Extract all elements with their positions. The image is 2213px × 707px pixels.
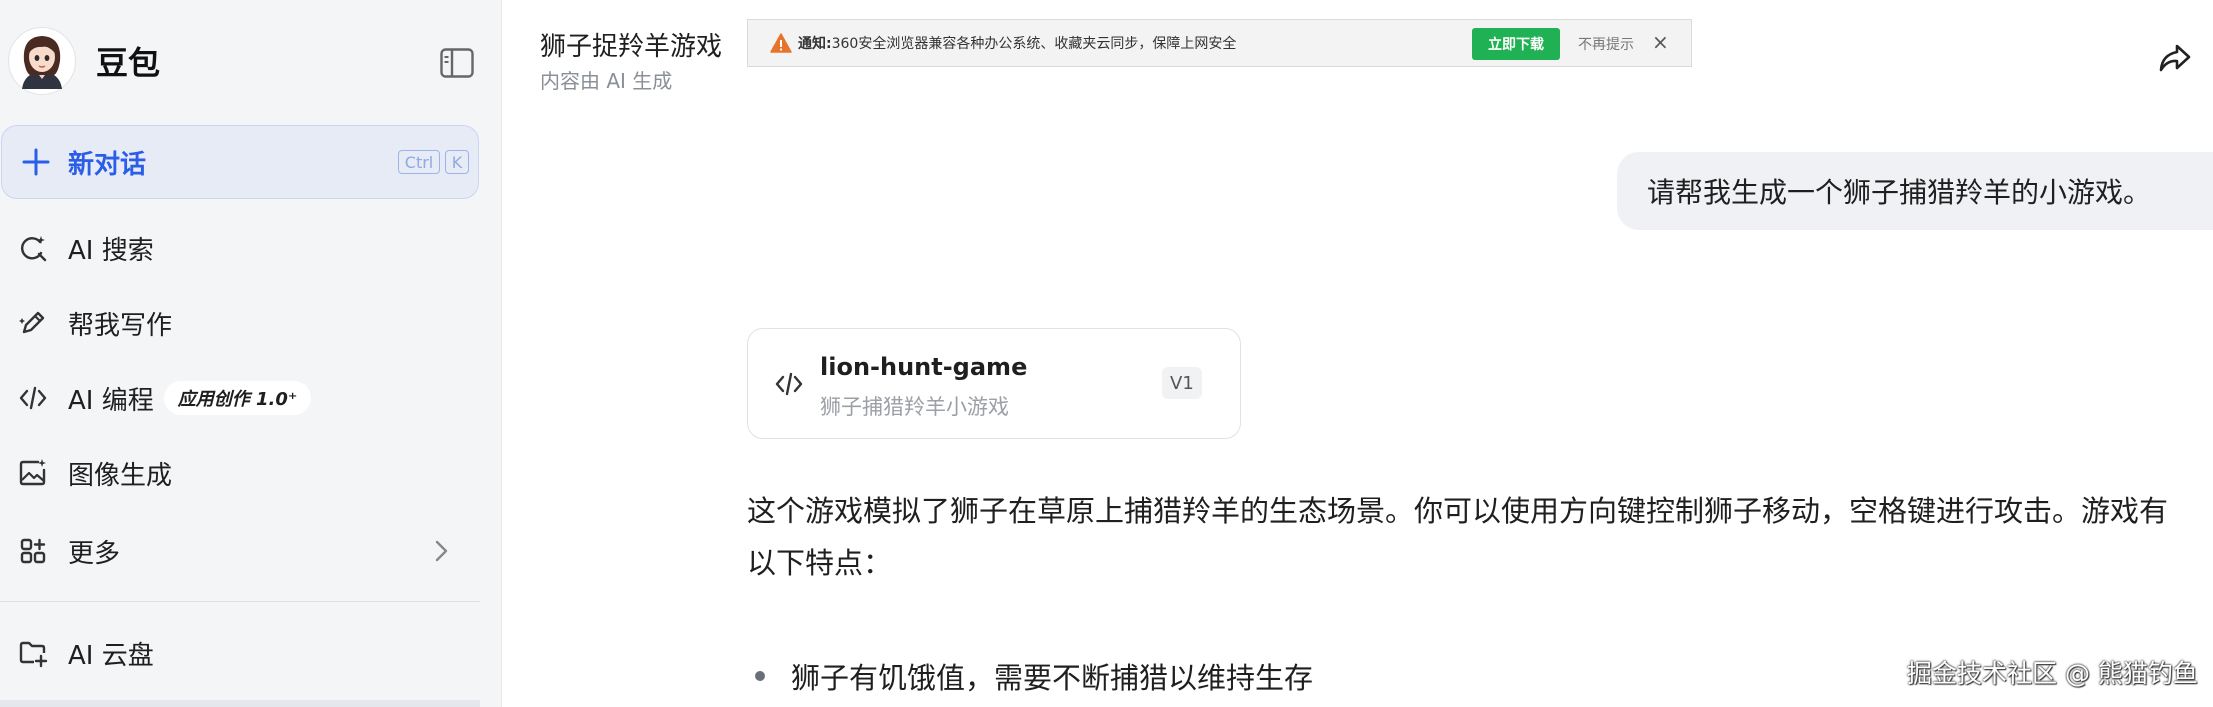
dont-show-again-link[interactable]: 不再提示 (1578, 34, 1634, 54)
sidebar-item-label: 图像生成 (68, 460, 173, 491)
image-icon (19, 459, 46, 486)
artifact-card[interactable]: lion-hunt-game 狮子捕猎羚羊小游戏 V1 (747, 328, 1241, 439)
sidebar-item-image-gen[interactable]: 图像生成 (0, 443, 480, 503)
ai-search-icon (21, 236, 47, 262)
sidebar-toggle-icon[interactable] (440, 48, 474, 78)
user-message-text: 请帮我生成一个狮子捕猎羚羊的小游戏。 (1647, 176, 2152, 209)
share-icon[interactable] (2157, 40, 2193, 76)
new-chat-button[interactable]: 新对话 Ctrl K (1, 125, 479, 199)
sidebar-item-ai-search[interactable]: AI 搜索 (0, 218, 480, 278)
sidebar-item-more[interactable]: 更多 (0, 521, 480, 581)
sidebar: 豆包 新对话 Ctrl K AI 搜索 帮我写作 AI 编程 应用创作 1.0⁺… (0, 0, 502, 707)
avatar-image (22, 36, 62, 89)
download-now-button[interactable]: 立即下载 (1472, 28, 1560, 60)
sidebar-item-writing[interactable]: 帮我写作 (0, 293, 480, 353)
sidebar-item-label: AI 编程 (68, 385, 154, 416)
sidebar-bottom-strip (0, 700, 480, 707)
code-icon (19, 386, 47, 410)
paragraph-line: 以下特点： (747, 546, 893, 580)
new-chat-label: 新对话 (68, 149, 147, 180)
user-message-bubble: 请帮我生成一个狮子捕猎羚羊的小游戏。 (1617, 152, 2213, 230)
notice-title: 通知: (798, 36, 832, 52)
list-item-text: 狮子有饥饿值，需要不断捕猎以维持生存 (791, 661, 1314, 695)
bullet-dot (755, 671, 765, 681)
notice-text: 360安全浏览器兼容各种办公系统、收藏夹云同步，保障上网安全 (831, 36, 1237, 52)
cloud-folder-icon (19, 641, 48, 668)
shortcut-ctrl-key: Ctrl (398, 150, 440, 174)
artifact-subtitle: 狮子捕猎羚羊小游戏 (820, 395, 1009, 419)
list-item: 狮子有饥饿值，需要不断捕猎以维持生存 (755, 655, 1313, 697)
main-panel: 狮子捉羚羊游戏 内容由 AI 生成 通知: 360安全浏览器兼容各种办公系统、收… (502, 0, 2213, 707)
artifact-title: lion-hunt-game (820, 353, 1028, 381)
sidebar-item-ai-cloud[interactable]: AI 云盘 (0, 623, 480, 683)
version-badge: V1 (1162, 367, 1202, 399)
paragraph-line: 这个游戏模拟了狮子在草原上捕猎羚羊的生态场景。你可以使用方向键控制狮子移动，空格… (747, 494, 2169, 528)
sidebar-item-label: AI 云盘 (68, 640, 154, 671)
code-icon (775, 372, 803, 396)
ai-generated-note: 内容由 AI 生成 (540, 69, 673, 93)
sidebar-item-label: 帮我写作 (68, 310, 173, 341)
pen-icon (19, 311, 45, 334)
chevron-right-icon (435, 540, 448, 562)
plus-icon (22, 148, 50, 176)
browser-notice-bar: 通知: 360安全浏览器兼容各种办公系统、收藏夹云同步，保障上网安全 立即下载 … (747, 19, 1692, 67)
warning-icon (770, 33, 792, 53)
avatar[interactable] (8, 27, 76, 95)
app-creation-badge: 应用创作 1.0⁺ (163, 381, 312, 415)
ai-response-paragraph: 这个游戏模拟了狮子在草原上捕猎羚羊的生态场景。你可以使用方向键控制狮子移动，空格… (747, 485, 2213, 589)
watermark: 掘金技术社区 @ 熊猫钓鱼 (1907, 659, 2198, 688)
sidebar-item-label: AI 搜索 (68, 235, 154, 266)
sidebar-item-ai-coding[interactable]: AI 编程 应用创作 1.0⁺ (0, 368, 480, 428)
conversation-title: 狮子捉羚羊游戏 (540, 32, 723, 62)
apps-icon (20, 538, 46, 564)
brand-name: 豆包 (96, 44, 161, 82)
sidebar-item-label: 更多 (68, 538, 121, 569)
shortcut-k-key: K (445, 150, 469, 174)
close-icon[interactable]: × (1652, 30, 1669, 54)
app-window: 豆包 新对话 Ctrl K AI 搜索 帮我写作 AI 编程 应用创作 1.0⁺… (0, 0, 2213, 707)
sidebar-divider (0, 601, 480, 602)
brand: 豆包 (8, 26, 478, 96)
